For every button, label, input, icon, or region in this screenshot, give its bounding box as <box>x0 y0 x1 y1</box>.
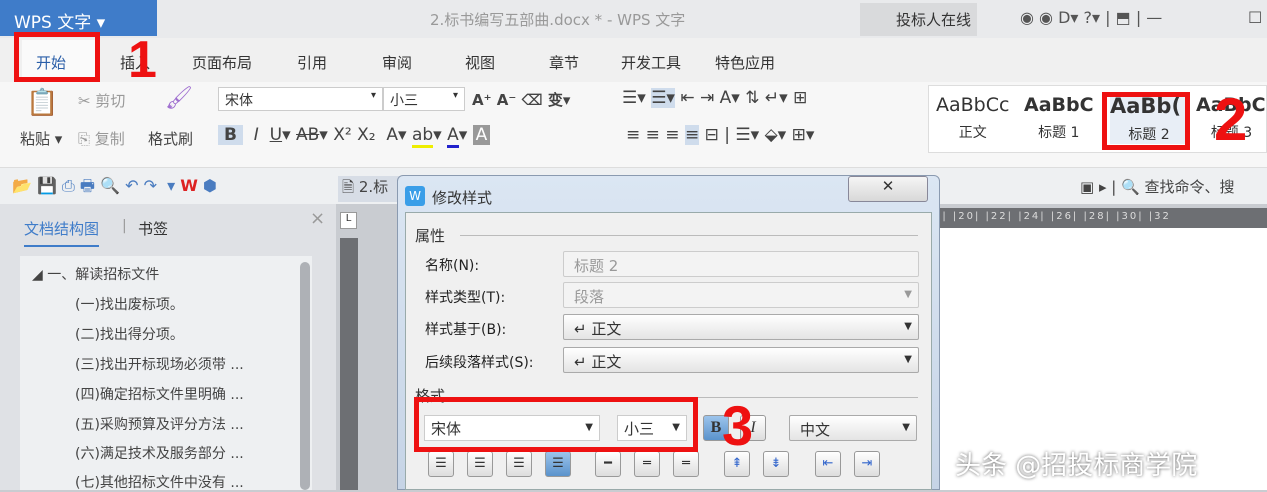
space-after-button[interactable]: ⇟ <box>763 451 789 477</box>
dialog-title: 修改样式 <box>432 189 493 207</box>
outline-item[interactable]: ◢ 一、解读招标文件 <box>32 264 159 284</box>
style-heading-1[interactable]: AaBbC 标题 1 <box>1024 94 1094 142</box>
paste-button[interactable]: 粘贴 ▾ <box>20 128 62 149</box>
copy-label: 复制 <box>94 130 125 148</box>
style-type-label: 样式类型(T): <box>425 290 506 306</box>
font-value: 宋体 <box>225 93 253 109</box>
tab-page-layout[interactable]: 页面布局 <box>192 52 252 73</box>
justify-button[interactable]: ☰ <box>545 451 571 477</box>
outline-item[interactable]: (三)找出开标现场必须带 ... <box>75 354 244 374</box>
user-name[interactable]: 投标人在线 <box>860 3 978 36</box>
style-normal[interactable]: AaBbCc 正文 <box>936 94 1009 142</box>
dialog-close-button[interactable]: ✕ <box>848 176 928 202</box>
align-left-button[interactable]: ☰ <box>428 451 454 477</box>
paragraph-buttons-row1[interactable]: ☰▾ ☰▾ ⇤ ⇥ A▾ ⇅ ↵▾ ⊞ <box>622 88 807 108</box>
tab-special[interactable]: 特色应用 <box>715 52 775 73</box>
size-value: 小三 <box>390 93 418 109</box>
divider <box>460 235 918 236</box>
search-placeholder: 查找命令、搜 <box>1144 178 1235 196</box>
paste-label: 粘贴 <box>20 130 51 148</box>
tab-document-map[interactable]: 文档结构图 <box>24 218 100 247</box>
script-value: 中文 <box>800 421 831 439</box>
script-select[interactable]: 中文 ▼ <box>789 415 917 441</box>
outline-item[interactable]: (一)找出废标项。 <box>75 294 184 314</box>
document-title: 2.标书编写五部曲.docx * - WPS 文字 <box>430 11 686 29</box>
decrease-indent-button[interactable]: ⇤ <box>815 451 841 477</box>
style-preview: AaBbC <box>1024 94 1094 116</box>
annotation-box-3 <box>414 397 698 452</box>
font-select[interactable]: 宋体 ▾ <box>218 87 383 111</box>
align-right-button[interactable]: ☰ <box>506 451 532 477</box>
outline-item[interactable]: (四)确定招标文件里明确 ... <box>75 384 244 404</box>
style-label: 标题 1 <box>1038 125 1080 141</box>
section-properties: 属性 <box>415 227 446 245</box>
style-label: 正文 <box>958 125 987 141</box>
based-on-select[interactable]: ↵ 正文 ▼ <box>563 314 919 340</box>
outline-item[interactable]: (二)找出得分项。 <box>75 324 184 344</box>
annotation-number-1: 1 <box>128 31 157 89</box>
search-commands[interactable]: ▣ ▸ | 🔍 查找命令、搜 <box>1080 176 1235 197</box>
based-on-label: 样式基于(B): <box>425 322 507 338</box>
annotation-box-1 <box>14 32 100 82</box>
cut-button[interactable]: ✂ 剪切 <box>78 90 125 111</box>
outline-item[interactable]: (六)满足技术及服务部分 ... <box>75 443 244 463</box>
align-buttons[interactable]: ≡ ≡ ≡ ≡ ⊟ | ☰▾ ⬙▾ ⊞▾ <box>626 125 814 145</box>
cut-label: 剪切 <box>95 92 126 110</box>
tab-bookmarks[interactable]: 书签 <box>138 218 168 239</box>
annotation-number-2: 2 <box>1214 86 1248 153</box>
outline-item[interactable]: (七)其他招标文件中没有 ... <box>75 472 244 492</box>
next-style-value: ↵ 正文 <box>574 353 622 371</box>
onehalf-spacing-button[interactable]: ═ <box>634 451 660 477</box>
outline-item-label: 一、解读招标文件 <box>47 267 160 283</box>
font-size-select[interactable]: 小三 ▾ <box>383 87 465 111</box>
increase-indent-button[interactable]: ⇥ <box>854 451 880 477</box>
name-field[interactable]: 标题 2 <box>563 251 919 277</box>
tab-view[interactable]: 视图 <box>465 52 495 73</box>
quick-access-icons[interactable]: 📂 💾 ⎙ 🖶 🔍 ↶ ↷ ▾ W ⬢ <box>12 175 217 202</box>
horizontal-ruler: 8| |20| |22| |24| |26| |28| |30| |32 <box>930 208 1267 228</box>
copy-button[interactable]: ⎘ 复制 <box>78 128 125 149</box>
annotation-number-3: 3 <box>722 394 754 457</box>
outline-scrollbar[interactable] <box>300 262 310 490</box>
double-spacing-button[interactable]: ═ <box>673 451 699 477</box>
tab-developer[interactable]: 开发工具 <box>621 52 681 73</box>
tab-separator: | <box>122 218 127 234</box>
vertical-ruler <box>340 238 358 490</box>
style-type-value: 段落 <box>574 288 605 306</box>
tab-review[interactable]: 审阅 <box>382 52 412 73</box>
close-icon[interactable]: × <box>310 208 325 229</box>
style-preview: AaBbCc <box>936 94 1010 116</box>
style-type-select[interactable]: 段落 ▼ <box>563 282 919 308</box>
align-center-button[interactable]: ☰ <box>467 451 493 477</box>
single-spacing-button[interactable]: ━ <box>595 451 621 477</box>
font-format-buttons[interactable]: B I U▾ AB▾ X² X₂ A▾ ab▾ A▾ A <box>218 125 491 148</box>
wps-logo-icon: W <box>405 186 425 206</box>
document-tab-label: 2.标 <box>358 178 389 196</box>
tab-references[interactable]: 引用 <box>297 52 327 73</box>
font-grow-icon[interactable]: A⁺ A⁻ ⌫ 变▾ <box>472 89 570 110</box>
tab-stop-selector[interactable]: L <box>340 212 357 229</box>
tab-section[interactable]: 章节 <box>549 52 579 73</box>
next-style-label: 后续段落样式(S): <box>425 355 534 371</box>
annotation-box-2 <box>1102 92 1190 150</box>
based-on-value: ↵ 正文 <box>574 320 622 338</box>
maximize-icon[interactable]: ☐ <box>1248 8 1262 27</box>
app-name: WPS 文字 <box>14 13 92 33</box>
watermark: 头条 @招投标商学院 <box>955 451 1198 481</box>
skin-icon[interactable]: ◉ ◉ D▾ ?▾ | ⬒ | — <box>1020 8 1162 27</box>
outline-item[interactable]: (五)采购预算及评分方法 ... <box>75 414 244 434</box>
format-painter-button[interactable]: 格式刷 <box>148 128 193 149</box>
next-style-select[interactable]: ↵ 正文 ▼ <box>563 347 919 373</box>
name-label: 名称(N): <box>425 258 480 274</box>
paste-icon[interactable]: 📋 <box>26 88 58 118</box>
format-painter-icon[interactable]: 🖌 <box>165 86 193 111</box>
